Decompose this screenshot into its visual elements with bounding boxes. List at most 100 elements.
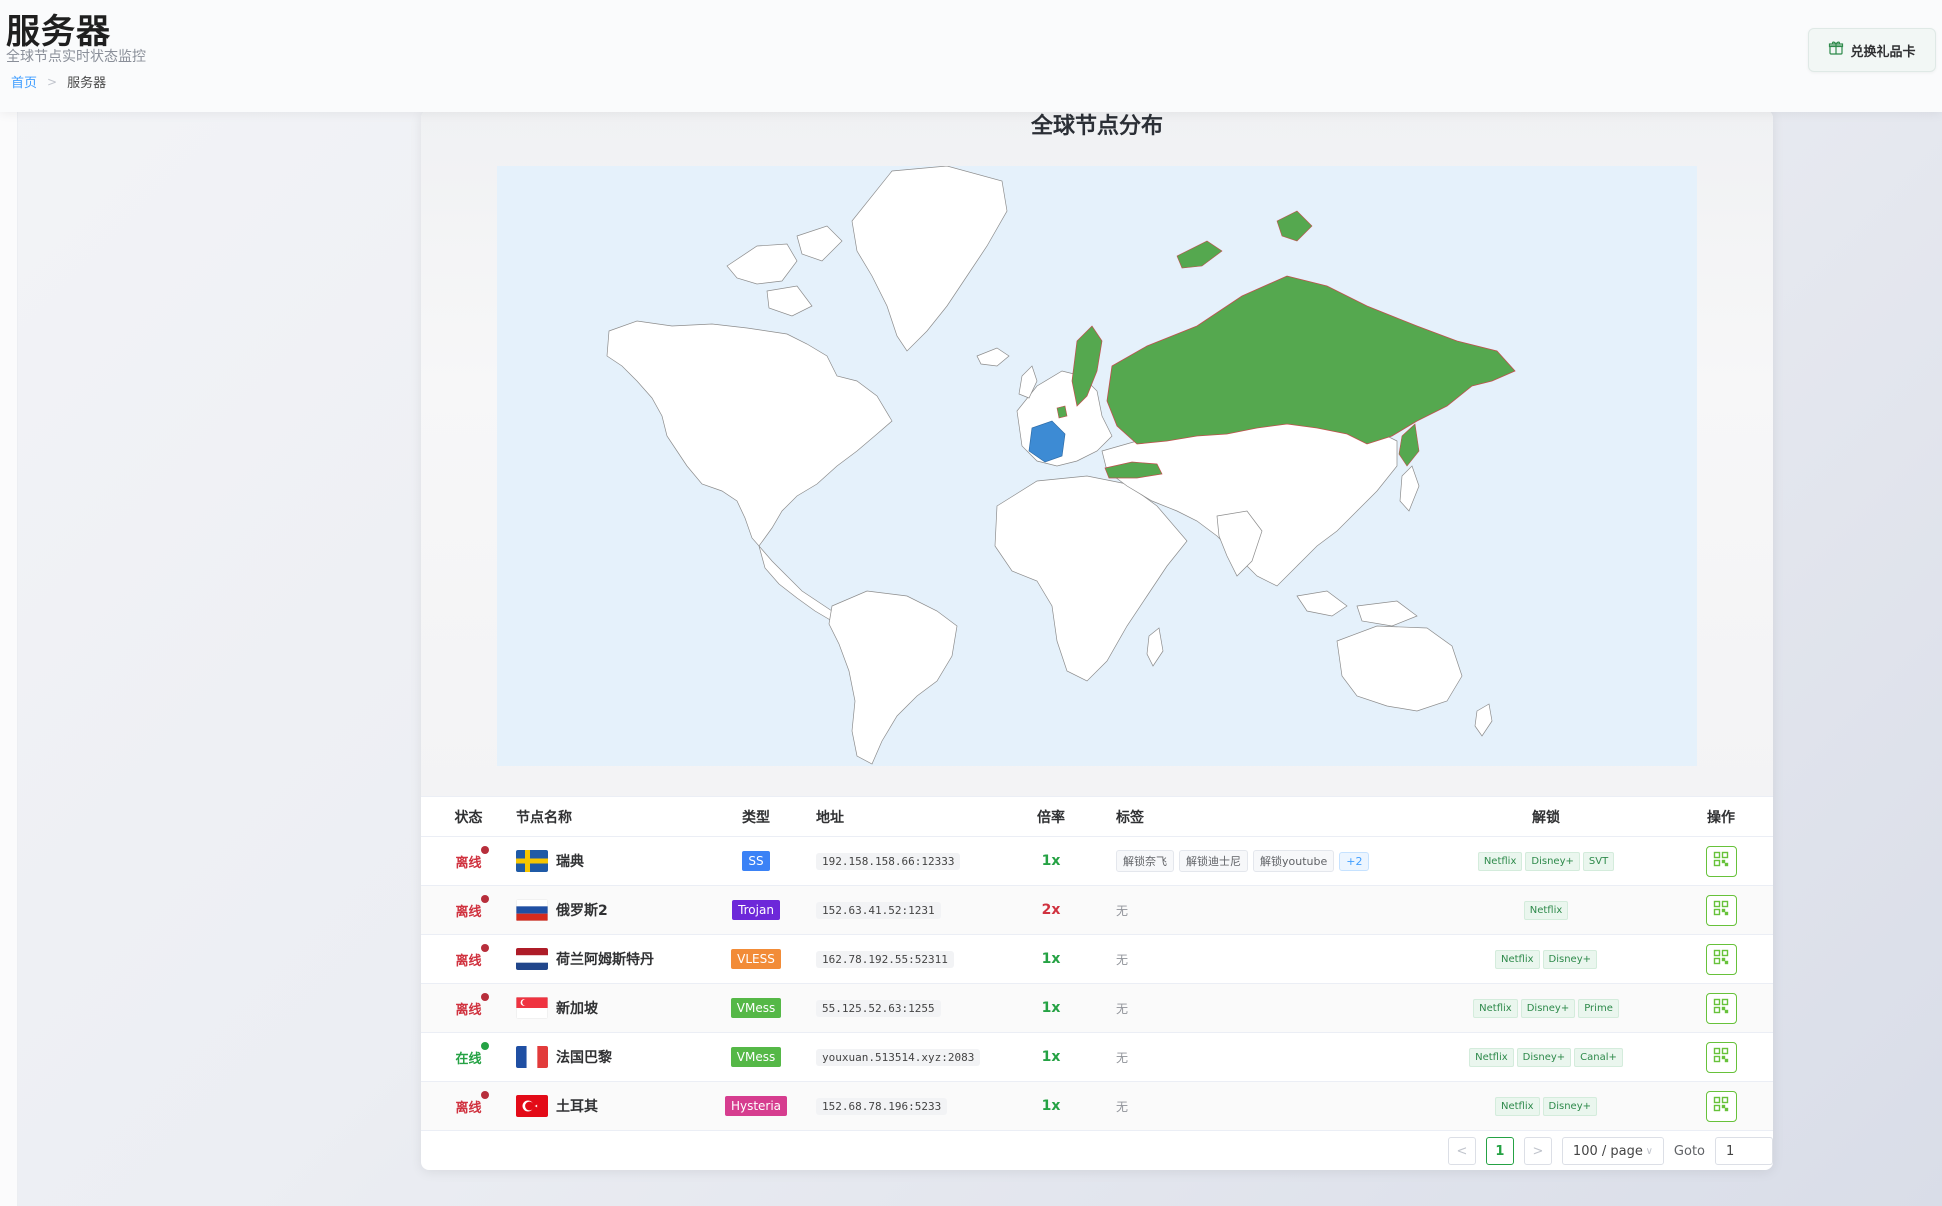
type-badge: Hysteria [724,1096,788,1116]
address-cell: 152.63.41.52:1231 [796,901,1011,919]
table-row[interactable]: 离线 俄罗斯2 Trojan 152.63.41.52:1231 2x 无 Ne… [421,886,1773,935]
world-map[interactable] [497,166,1697,766]
unlock-chip: Canal+ [1574,1047,1623,1067]
tags-cell: 无 [1091,1098,1421,1115]
qr-code-icon [1713,900,1729,920]
type-cell: VMess [716,998,796,1018]
qr-code-icon [1713,949,1729,969]
qr-code-button[interactable] [1705,845,1737,877]
rate-value: 2x [1041,902,1061,918]
actions-cell [1671,1090,1771,1122]
qr-code-button[interactable] [1705,894,1737,926]
unlock-chip: Netflix [1523,900,1569,920]
col-status: 状态 [454,809,483,826]
unlock-chip: Netflix [1469,1047,1514,1067]
table-header: 状态 节点名称 类型 地址 倍率 标签 解锁 操作 [421,796,1773,837]
address-cell: 55.125.52.63:1255 [796,999,1011,1017]
table-row[interactable]: 离线 瑞典 SS 192.158.158.66:12333 1x 解锁奈飞 解锁… [421,837,1773,886]
tags-none: 无 [1116,903,1129,918]
status-badge: 离线 [455,943,489,969]
breadcrumb-current: 服务器 [67,76,107,91]
table-row[interactable]: 离线 土耳其 Hysteria 152.68.78.196:5233 1x 无 … [421,1082,1773,1131]
redeem-gift-card-button[interactable]: 兑换礼品卡 [1808,28,1936,72]
type-badge: VMess [730,1047,782,1067]
status-dot-icon [480,894,489,903]
type-cell: Hysteria [716,1096,796,1116]
unlock-chip: Netflix [1477,851,1523,871]
page-size-value: 100 / page [1572,1143,1643,1159]
table-row[interactable]: 离线 荷兰阿姆斯特丹 VLESS 162.78.192.55:52311 1x … [421,935,1773,984]
status-cell: 离线 [421,1090,516,1116]
pagination-page-button[interactable]: 1 [1485,1137,1514,1165]
rate-cell: 1x [1011,1000,1091,1016]
table-row[interactable]: 离线 新加坡 VMess 55.125.52.63:1255 1x 无 Netf… [421,984,1773,1033]
tags-cell: 无 [1091,951,1421,968]
tag-chip: 解锁youtube [1253,850,1335,872]
name-cell: 瑞典 [516,850,716,872]
address-cell: 152.68.78.196:5233 [796,1097,1011,1115]
node-name: 法国巴黎 [556,1050,612,1066]
unlock-chip: Disney+ [1525,851,1580,871]
type-badge: Trojan [732,900,780,920]
qr-code-button[interactable] [1705,992,1737,1024]
unlock-cell: Netflix [1421,900,1671,920]
turkey-flag-icon [516,1095,548,1117]
name-cell: 俄罗斯2 [516,899,716,921]
status-cell: 离线 [421,992,516,1018]
tag-chip: 解锁奈飞 [1116,850,1174,872]
goto-page-input[interactable]: 1 [1715,1137,1773,1165]
tags-cell: 无 [1091,1000,1421,1017]
qr-code-button[interactable] [1705,1090,1737,1122]
address-chip[interactable]: 152.63.41.52:1231 [816,901,941,919]
table-row[interactable]: 在线 法国巴黎 VMess youxuan.513514.xyz:2083 1x… [421,1033,1773,1082]
address-cell: youxuan.513514.xyz:2083 [796,1048,1011,1066]
page-size-select[interactable]: 100 / page ∨ [1561,1137,1664,1165]
chevron-right-icon: > [1532,1143,1544,1159]
status-badge: 离线 [455,992,489,1018]
actions-cell [1671,845,1771,877]
rate-value: 1x [1041,1098,1061,1114]
map-south-america [828,590,958,765]
address-chip[interactable]: youxuan.513514.xyz:2083 [816,1048,981,1066]
col-type: 类型 [742,809,770,826]
unlock-chip: Disney+ [1542,949,1598,969]
qr-code-button[interactable] [1705,1041,1737,1073]
breadcrumb-home-link[interactable]: 首页 [11,72,37,91]
tags-more-button[interactable]: +2 [1339,851,1370,871]
address-cell: 192.158.158.66:12333 [796,852,1011,870]
status-badge: 离线 [455,894,489,920]
address-chip[interactable]: 55.125.52.63:1255 [816,999,941,1017]
map-north-america [606,320,893,547]
unlock-chip: Netflix [1473,998,1518,1018]
qr-code-icon [1713,1096,1729,1116]
pagination-prev-button[interactable]: < [1447,1137,1476,1165]
rate-cell: 1x [1011,1049,1091,1065]
gift-icon [1828,40,1844,60]
map-country-russia [1106,275,1516,445]
page-header: 服务器 全球节点实时状态监控 首页 > 服务器 兑换礼品卡 [0,0,1942,112]
server-card: 全球节点分布 状态 节点名称 类型 地址 倍率 标签 解锁 操作 离线 瑞典 S… [421,110,1773,1170]
gift-button-label: 兑换礼品卡 [1850,44,1916,60]
chevron-down-icon: ∨ [1645,1145,1653,1157]
pagination-next-button[interactable]: > [1523,1137,1552,1165]
map-greenland [851,166,1008,352]
status-dot-icon [480,943,489,952]
unlock-chip: Disney+ [1516,1047,1572,1067]
rate-value: 1x [1041,853,1061,869]
status-cell: 离线 [421,845,516,871]
russia-flag-icon [516,899,548,921]
unlock-chip: Prime [1578,998,1619,1018]
status-label: 离线 [455,1100,482,1116]
qr-code-icon [1713,851,1729,871]
address-chip[interactable]: 162.78.192.55:52311 [816,950,954,968]
address-chip[interactable]: 152.68.78.196:5233 [816,1097,948,1115]
col-tags: 标签 [1116,809,1144,826]
france-flag-icon [516,1046,548,1068]
address-chip[interactable]: 192.158.158.66:12333 [816,852,961,870]
qr-code-button[interactable] [1705,943,1737,975]
status-label: 在线 [455,1051,482,1067]
map-australia [1336,625,1463,712]
unlock-chip: Netflix [1494,1096,1540,1116]
col-address: 地址 [816,809,844,826]
node-name: 荷兰阿姆斯特丹 [556,952,654,968]
